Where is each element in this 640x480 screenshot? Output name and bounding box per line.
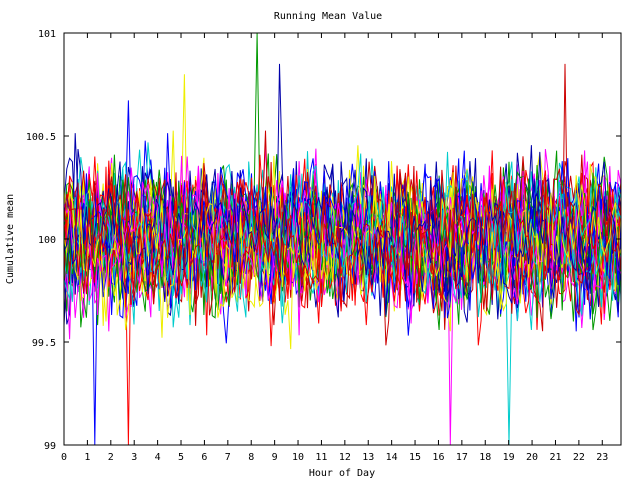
x-tick-label: 6 bbox=[201, 452, 207, 463]
x-tick-label: 16 bbox=[432, 452, 444, 463]
y-tick-label: 99 bbox=[44, 441, 56, 452]
chart-canvas: Running Mean Value 9999.5100100.5101 012… bbox=[5, 11, 622, 479]
x-tick-label: 12 bbox=[339, 452, 351, 463]
x-tick-label: 2 bbox=[108, 452, 114, 463]
x-tick-label: 13 bbox=[362, 452, 374, 463]
x-tick-label: 4 bbox=[155, 452, 161, 463]
x-tick-label: 17 bbox=[456, 452, 468, 463]
x-tick-label: 20 bbox=[526, 452, 538, 463]
x-tick-label: 23 bbox=[596, 452, 608, 463]
x-tick-label: 10 bbox=[292, 452, 304, 463]
chart-title: Running Mean Value bbox=[274, 11, 382, 22]
x-tick-label: 11 bbox=[315, 452, 327, 463]
x-tick-label: 1 bbox=[84, 452, 90, 463]
x-tick-label: 9 bbox=[272, 452, 278, 463]
x-tick-label: 22 bbox=[573, 452, 585, 463]
x-tick-label: 19 bbox=[503, 452, 515, 463]
x-tick-label: 21 bbox=[549, 452, 561, 463]
x-tick-label: 3 bbox=[131, 452, 137, 463]
y-tick-label: 100.5 bbox=[26, 132, 56, 143]
x-tick-label: 7 bbox=[225, 452, 231, 463]
series-layer bbox=[63, 32, 622, 446]
y-tick-label: 101 bbox=[38, 29, 56, 40]
x-tick-label: 14 bbox=[386, 452, 398, 463]
x-tick-label: 0 bbox=[61, 452, 67, 463]
x-tick-label: 15 bbox=[409, 452, 421, 463]
y-tick-label: 99.5 bbox=[32, 338, 56, 349]
x-axis-label: Hour of Day bbox=[309, 468, 375, 479]
x-tick-label: 8 bbox=[248, 452, 254, 463]
y-tick-label: 100 bbox=[38, 235, 56, 246]
x-tick-label: 5 bbox=[178, 452, 184, 463]
y-axis-label: Cumulative mean bbox=[5, 194, 16, 284]
x-tick-label: 18 bbox=[479, 452, 491, 463]
